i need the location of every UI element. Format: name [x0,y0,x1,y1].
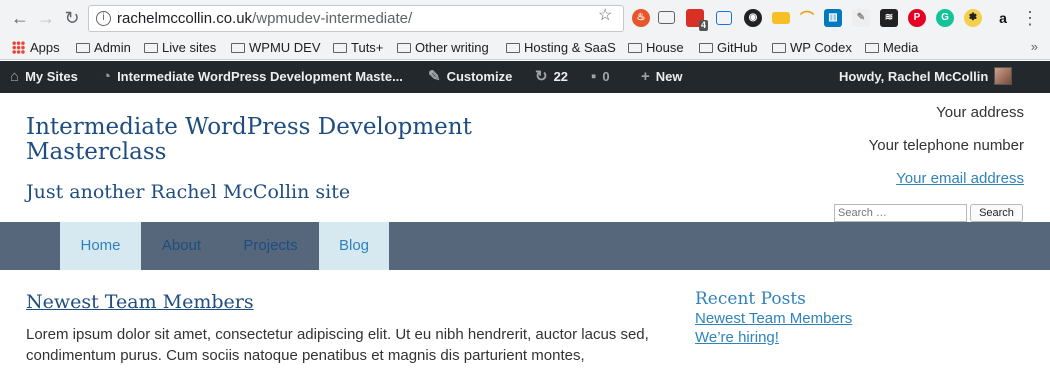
back-arrow-icon[interactable]: ← [10,8,30,28]
cast-icon[interactable] [658,11,675,24]
bookmark-folder[interactable]: Tuts+ [333,39,383,57]
bee-icon[interactable]: ✽ [964,9,982,27]
main-navigation: Home About Projects Blog [0,222,1050,270]
bookmark-folder[interactable]: Media [865,39,918,57]
bookmark-folder[interactable]: Admin [76,39,131,57]
recent-posts-heading: Recent Posts [695,289,806,309]
extension-badge: 4 [698,20,708,31]
site-name-menu[interactable]: ◔ Intermediate WordPress Development Mast… [102,61,403,93]
customize-link[interactable]: ✎ Customize [428,61,512,93]
info-icon[interactable]: i [96,11,111,26]
camera-extension-icon[interactable]: ◉ [744,9,762,27]
address-bar[interactable]: i rachelmccollin.co.uk/wpmudev-intermedi… [88,5,624,32]
browser-toolbar: ← → ↻ i rachelmccollin.co.uk/wpmudev-int… [0,0,1050,36]
post-title-link[interactable]: Newest Team Members [26,291,254,313]
edit-icon[interactable]: ✎ [852,9,870,27]
flame-extension-icon[interactable]: ♨ [632,9,650,27]
my-sites-menu[interactable]: ⌂ My Sites [10,61,78,93]
more-bookmarks-icon[interactable]: » [1031,39,1038,54]
trello-icon[interactable]: ▥ [824,9,842,27]
bookmark-folder[interactable]: WP Codex [772,39,852,57]
bookmark-folder[interactable]: Hosting & SaaS [506,39,616,57]
folder-icon [628,43,642,53]
bookmark-folder[interactable]: GitHub [699,39,757,57]
folder-icon [76,43,90,53]
folder-icon [772,43,786,53]
search-input[interactable] [834,204,967,222]
search-button[interactable]: Search [970,204,1023,222]
recent-post-link[interactable]: We’re hiring! [695,329,779,346]
bookmark-folder[interactable]: WPMU DEV [231,39,321,57]
folder-icon [231,43,245,53]
bookmark-folder[interactable]: Live sites [144,39,216,57]
comment-icon: ▪ [591,68,597,85]
amazon-icon[interactable]: a [994,9,1012,27]
updates-icon: ↻ [535,68,548,85]
menu-item-blog[interactable]: Blog [319,222,389,270]
folder-icon [333,43,347,53]
grammarly-icon[interactable]: G [936,9,954,27]
forward-arrow-icon[interactable]: → [36,8,56,28]
apps-grid-icon [12,41,25,54]
comments-link[interactable]: ▪ 0 [591,61,610,93]
calendar-extension-icon[interactable]: 4 [686,9,708,31]
recent-post-link[interactable]: Newest Team Members [695,310,852,327]
contact-email-link[interactable]: Your email address [896,170,1024,187]
avatar [994,67,1013,85]
contact-telephone: Your telephone number [868,137,1024,154]
menu-item-home[interactable]: Home [60,222,141,270]
screenshot-icon[interactable] [716,11,732,25]
bookmark-folder[interactable]: Other writing [397,39,489,57]
ruler-icon[interactable] [772,12,790,24]
new-content-menu[interactable]: + New [641,61,683,93]
folder-icon [397,43,411,53]
wp-admin-bar: ⌂ My Sites ◔ Intermediate WordPress Develo… [0,61,1050,93]
pinterest-icon[interactable]: P [908,9,926,27]
menu-dots-icon[interactable]: ⋮ [1020,8,1040,28]
folder-icon [506,43,520,53]
post-excerpt: Lorem ipsum dolor sit amet, consectetur … [26,326,649,364]
bookmark-star-icon[interactable]: ☆ [598,5,612,25]
menu-item-projects[interactable]: Projects [222,222,319,270]
bookmarks-bar: Apps Admin Live sites WPMU DEV Tuts+ Oth… [0,36,1050,60]
account-menu[interactable]: Howdy, Rachel McCollin [839,61,1013,93]
url-path: /wpmudev-intermediate/ [252,10,413,27]
site-tagline: Just another Rachel McCollin site [26,181,351,203]
bookmark-apps[interactable]: Apps [12,39,60,57]
plus-icon: + [641,68,650,85]
layers-icon[interactable]: ≋ [880,9,898,27]
my-sites-icon: ⌂ [10,68,20,85]
bookmark-folder[interactable]: House [628,39,684,57]
site-title[interactable]: Intermediate WordPress Development Maste… [26,115,486,165]
reload-icon[interactable]: ↻ [62,8,82,28]
url-host: rachelmccollin.co.uk [117,10,253,27]
menu-item-about[interactable]: About [141,222,222,270]
updates-link[interactable]: ↻ 22 [535,61,568,93]
folder-icon [699,43,713,53]
folder-icon [865,43,879,53]
rainbow-icon[interactable]: ⌒ [798,9,816,27]
dashboard-icon: ◔ [102,68,112,85]
contact-address: Your address [936,104,1024,121]
brush-icon: ✎ [428,68,441,85]
folder-icon [144,43,158,53]
